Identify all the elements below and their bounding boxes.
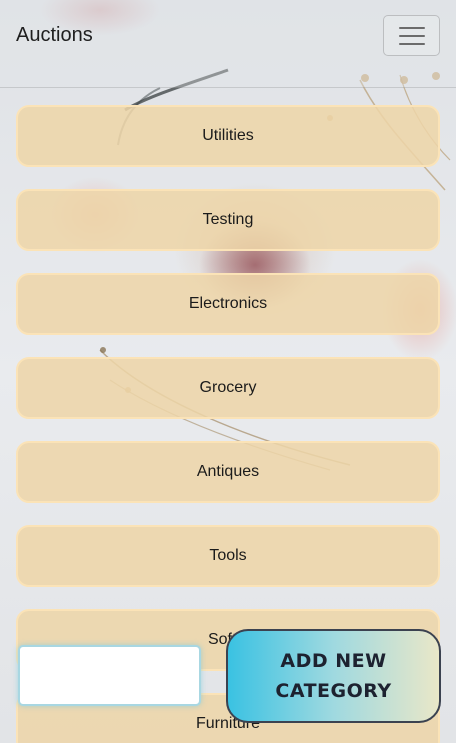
category-item-utilities[interactable]: Utilities (16, 105, 440, 167)
top-navbar: Auctions (0, 0, 456, 88)
category-item-antiques[interactable]: Antiques (16, 441, 440, 503)
category-item-electronics[interactable]: Electronics (16, 273, 440, 335)
category-item-grocery[interactable]: Grocery (16, 357, 440, 419)
new-category-input[interactable] (18, 645, 201, 706)
category-item-tools[interactable]: Tools (16, 525, 440, 587)
menu-bar (398, 34, 425, 37)
menu-bar (398, 42, 425, 45)
add-new-category-button[interactable]: ADD NEW CATEGORY (226, 629, 441, 723)
category-item-testing[interactable]: Testing (16, 189, 440, 251)
brand-title[interactable]: Auctions (16, 24, 93, 47)
hamburger-menu-icon[interactable] (383, 15, 440, 56)
menu-bar (398, 26, 425, 29)
